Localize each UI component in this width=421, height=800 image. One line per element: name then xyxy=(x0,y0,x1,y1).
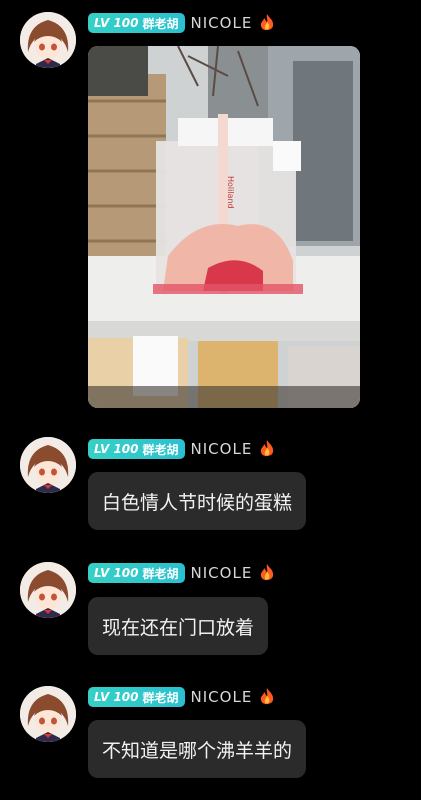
badge-level: LV 100 xyxy=(94,16,139,30)
message-header: LV 100 群老胡 NICOLE xyxy=(88,438,276,460)
avatar[interactable] xyxy=(20,12,76,68)
badge-level: LV 100 xyxy=(94,442,139,456)
badge-group: 群老胡 xyxy=(142,690,179,705)
anime-girl-avatar-icon xyxy=(20,562,76,618)
level-badge[interactable]: LV 100 群老胡 xyxy=(88,563,185,583)
level-badge[interactable]: LV 100 群老胡 xyxy=(88,439,185,459)
fire-icon xyxy=(261,14,274,31)
fire-icon xyxy=(261,564,274,581)
badge-level: LV 100 xyxy=(94,690,139,704)
cake-photo-icon: Holiland xyxy=(88,46,360,408)
badge-group: 群老胡 xyxy=(142,566,179,581)
avatar[interactable] xyxy=(20,562,76,618)
badge-group: 群老胡 xyxy=(142,442,179,457)
anime-girl-avatar-icon xyxy=(20,12,76,68)
level-badge[interactable]: LV 100 群老胡 xyxy=(88,13,185,33)
svg-text:Holiland: Holiland xyxy=(226,176,235,209)
nickname[interactable]: NICOLE xyxy=(191,14,253,32)
message-header: LV 100 群老胡 NICOLE xyxy=(88,686,276,708)
message-bubble[interactable]: 现在还在门口放着 xyxy=(88,597,269,655)
nickname[interactable]: NICOLE xyxy=(191,564,253,582)
badge-group: 群老胡 xyxy=(142,16,179,31)
avatar[interactable] xyxy=(20,437,76,493)
cake-photo[interactable]: Holiland xyxy=(88,46,360,408)
level-badge[interactable]: LV 100 群老胡 xyxy=(88,687,185,707)
nickname[interactable]: NICOLE xyxy=(191,440,253,458)
fire-icon xyxy=(261,688,274,705)
message-bubble[interactable]: 白色情人节时候的蛋糕 xyxy=(88,472,307,530)
fire-icon xyxy=(261,440,274,457)
nickname[interactable]: NICOLE xyxy=(191,688,253,706)
message-bubble[interactable]: 不知道是哪个沸羊羊的 xyxy=(88,720,307,778)
message-header: LV 100 群老胡 NICOLE xyxy=(88,12,276,34)
anime-girl-avatar-icon xyxy=(20,437,76,493)
badge-level: LV 100 xyxy=(94,566,139,580)
avatar[interactable] xyxy=(20,686,76,742)
anime-girl-avatar-icon xyxy=(20,686,76,742)
message-header: LV 100 群老胡 NICOLE xyxy=(88,562,276,584)
